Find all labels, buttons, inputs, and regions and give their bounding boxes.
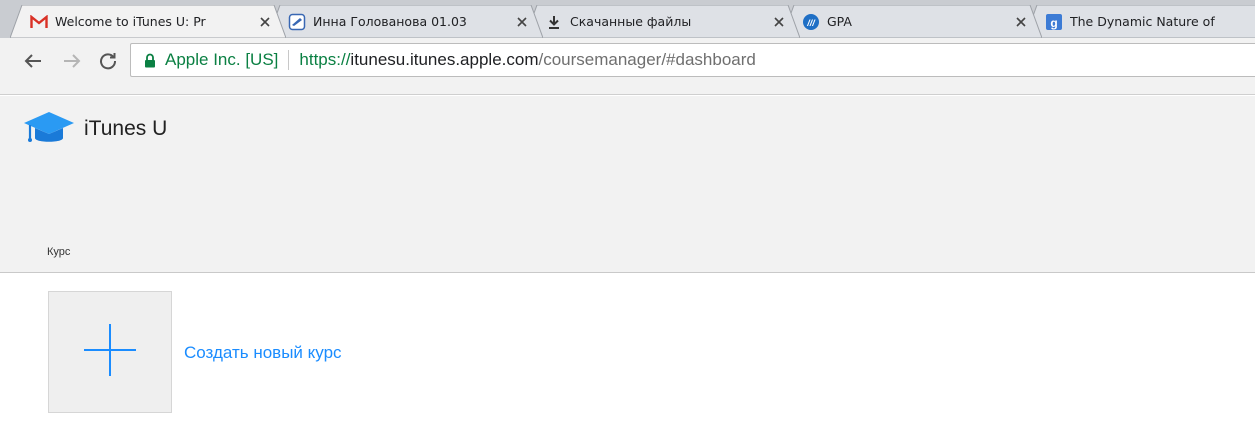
browser-tab-strip: g The Dynamic Nature of /// GPA Скачанны…	[0, 0, 1255, 38]
nav-item-course[interactable]: Курс	[47, 246, 70, 258]
tab-title: GPA	[827, 14, 852, 29]
reload-icon[interactable]	[95, 48, 121, 74]
svg-text:g: g	[1050, 16, 1057, 30]
page-header: iTunes U Курс	[0, 96, 1255, 273]
url-path: /coursemanager/#dashboard	[538, 50, 756, 69]
app-title: iTunes U	[84, 117, 168, 140]
url-scheme: https://	[299, 50, 351, 69]
forward-arrow-icon[interactable]	[59, 48, 85, 74]
close-tab-icon[interactable]	[515, 15, 529, 29]
address-bar[interactable]: Apple Inc. [US] https:// itunesu.itunes.…	[130, 43, 1255, 77]
back-arrow-icon[interactable]	[20, 48, 46, 74]
plus-icon	[82, 322, 138, 382]
site-identity[interactable]: Apple Inc. [US]	[165, 50, 278, 70]
google-site-icon: g	[1045, 13, 1063, 31]
create-course-button[interactable]	[48, 291, 172, 413]
close-tab-icon[interactable]	[772, 15, 786, 29]
browser-tab[interactable]: Инна Голованова 01.03	[268, 5, 543, 38]
browser-tab[interactable]: g The Dynamic Nature of	[1025, 5, 1255, 38]
gmail-icon	[30, 13, 48, 31]
lock-icon	[144, 51, 158, 69]
tab-title: The Dynamic Nature of	[1070, 14, 1215, 29]
url-host: itunesu.itunes.apple.com	[350, 50, 539, 69]
svg-text:///: ///	[806, 18, 816, 28]
document-icon	[288, 13, 306, 31]
browser-toolbar: Apple Inc. [US] https:// itunesu.itunes.…	[0, 38, 1255, 95]
download-icon	[545, 13, 563, 31]
close-tab-icon[interactable]	[1014, 15, 1028, 29]
address-separator	[288, 50, 290, 70]
gpa-site-icon: ///	[802, 13, 820, 31]
browser-tab[interactable]: Скачанные файлы	[525, 5, 800, 38]
browser-tab-active[interactable]: Welcome to iTunes U: Pr	[10, 5, 286, 38]
browser-tab[interactable]: /// GPA	[782, 5, 1042, 38]
tab-title: Скачанные файлы	[570, 14, 692, 29]
close-tab-icon[interactable]	[258, 15, 272, 29]
create-course-link[interactable]: Создать новый курс	[184, 343, 342, 363]
tab-title: Welcome to iTunes U: Pr	[55, 14, 206, 29]
graduation-cap-icon[interactable]	[22, 108, 76, 150]
tab-title: Инна Голованова 01.03	[313, 14, 467, 29]
